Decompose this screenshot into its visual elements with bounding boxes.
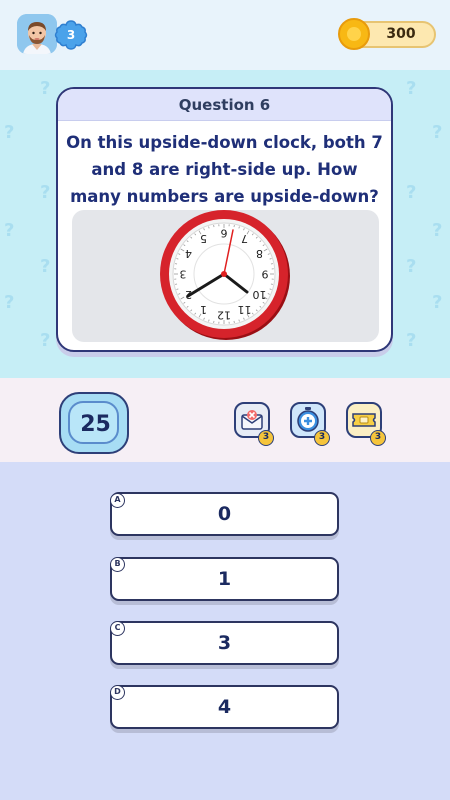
coin-amount: 300 [386, 26, 416, 42]
answer-text: 1 [217, 568, 232, 590]
answer-option-d[interactable]: 4 [110, 685, 339, 729]
clock-number: 5 [200, 232, 207, 245]
question-image: 121234567891011 [72, 210, 379, 342]
answer-option-b[interactable]: 1 [110, 557, 339, 601]
answer-text: 0 [217, 503, 232, 525]
question-text: On this upside-down clock, both 7 and 8 … [66, 133, 383, 206]
avatar-icon [17, 14, 57, 54]
clock-number: 6 [221, 227, 228, 240]
player-level: 3 [66, 28, 76, 42]
timer-face: 25 [68, 401, 119, 444]
answer-letter: A [110, 493, 125, 508]
clock-number: 4 [185, 247, 192, 260]
timer-seconds: 25 [80, 412, 111, 437]
clock-number: 9 [262, 268, 269, 281]
question-area: ? ? ? ? ? ? ? ? ? ? ? ? ? ? Question 6 O… [0, 70, 450, 378]
answer-option-a[interactable]: 0 [110, 492, 339, 536]
clock-number: 11 [238, 303, 252, 316]
bg-question-mark: ? [4, 220, 15, 241]
clock-number: 12 [217, 309, 231, 322]
player-avatar[interactable] [17, 14, 57, 54]
answer-text: 3 [217, 632, 232, 654]
bg-question-mark: ? [40, 256, 51, 277]
coin-icon [338, 18, 370, 50]
level-badge: 3 [54, 19, 88, 51]
bg-question-mark: ? [40, 78, 51, 99]
answer-text: 4 [217, 696, 232, 718]
bg-question-mark: ? [406, 182, 417, 203]
clock-number: 8 [256, 247, 263, 260]
clock-number: 1 [200, 303, 207, 316]
question-number: Question 6 [58, 89, 391, 121]
question-card: Question 6 On this upside-down clock, bo… [56, 87, 393, 352]
bg-question-mark: ? [432, 122, 443, 143]
bg-question-mark: ? [40, 182, 51, 203]
bg-question-mark: ? [432, 220, 443, 241]
bg-question-mark: ? [432, 292, 443, 313]
bg-question-mark: ? [406, 78, 417, 99]
clock-number: 7 [241, 232, 248, 245]
powerup-count: 3 [370, 430, 386, 446]
answer-letter: D [110, 685, 125, 700]
bg-question-mark: ? [4, 292, 15, 313]
bg-question-mark: ? [406, 330, 417, 351]
answer-letter: C [110, 621, 125, 636]
answer-option-c[interactable]: 3 [110, 621, 339, 665]
clock-number: 3 [180, 268, 187, 281]
upside-down-clock-image: 121234567891011 [160, 210, 290, 340]
powerup-count: 3 [314, 430, 330, 446]
countdown-timer: 25 [59, 392, 129, 454]
powerup-count: 3 [258, 430, 274, 446]
bg-question-mark: ? [4, 122, 15, 143]
answer-letter: B [110, 557, 125, 572]
clock-number: 10 [253, 288, 267, 301]
bg-question-mark: ? [406, 256, 417, 277]
bg-question-mark: ? [40, 330, 51, 351]
